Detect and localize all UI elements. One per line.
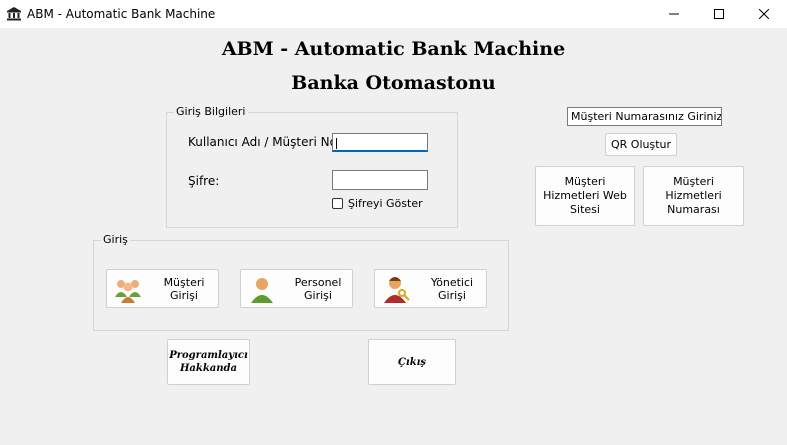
customer-service-number-button[interactable]: Müşteri Hizmetleri Numarası (643, 166, 744, 226)
text-caret (336, 138, 337, 149)
login-info-legend: Giriş Bilgileri (174, 105, 248, 118)
show-password-label: Şifreyi Göster (348, 197, 423, 210)
password-label: Şifre: (188, 174, 220, 188)
customers-icon (112, 273, 144, 305)
create-qr-button[interactable]: QR Oluştur (605, 133, 677, 156)
maximize-icon (714, 9, 724, 19)
username-label: Kullanıcı Adı / Müşteri No (188, 135, 337, 149)
bank-icon (6, 6, 22, 22)
close-button[interactable] (741, 0, 787, 28)
user-icon (246, 273, 278, 305)
title-bar: ABM - Automatic Bank Machine (0, 0, 787, 28)
exit-button[interactable]: Çıkış (368, 339, 456, 385)
about-programmer-button[interactable]: Programlayıcı Hakkanda (167, 339, 250, 385)
admin-login-label: Yönetici Girişi (430, 275, 474, 302)
password-input[interactable] (332, 170, 428, 190)
minimize-button[interactable] (651, 0, 697, 28)
show-password-checkbox[interactable]: Şifreyi Göster (332, 197, 423, 210)
minimize-icon (669, 13, 679, 15)
customer-service-website-button[interactable]: Müşteri Hizmetleri Web Sitesi (535, 166, 635, 226)
customer-number-input[interactable]: Müşteri Numarasınız Giriniz (567, 107, 722, 126)
customer-login-button[interactable]: Müşteri Girişi (106, 269, 219, 308)
checkbox-box[interactable] (332, 198, 343, 209)
entry-legend: Giriş (101, 233, 130, 246)
maximize-button[interactable] (696, 0, 742, 28)
window-title: ABM - Automatic Bank Machine (27, 7, 216, 21)
admin-key-icon (380, 273, 412, 305)
staff-login-label: Personel Girişi (294, 275, 342, 302)
username-input[interactable] (332, 133, 428, 152)
staff-login-button[interactable]: Personel Girişi (240, 269, 353, 308)
close-icon (759, 9, 769, 19)
page-subtitle: Banka Otomastonu (291, 72, 496, 94)
page-title: ABM - Automatic Bank Machine (221, 38, 566, 60)
customer-login-label: Müşteri Girişi (163, 275, 205, 302)
admin-login-button[interactable]: Yönetici Girişi (374, 269, 487, 308)
